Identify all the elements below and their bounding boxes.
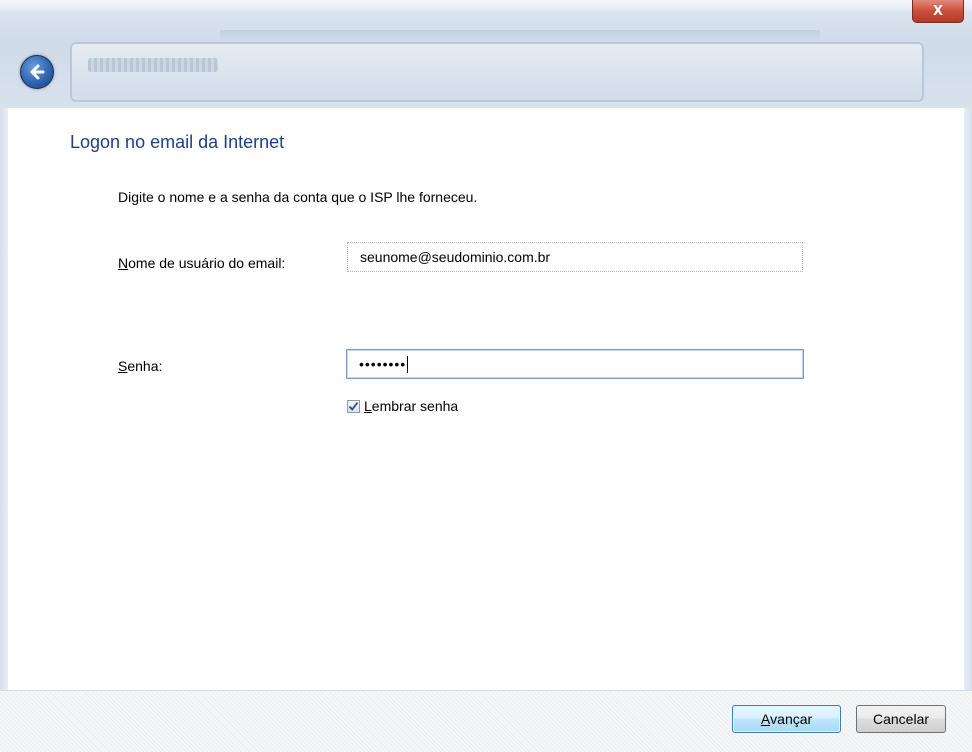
window-title-blurred bbox=[88, 58, 218, 72]
checkmark-icon bbox=[348, 401, 359, 411]
window-right-border bbox=[964, 108, 972, 690]
remember-label-mnemonic: L bbox=[364, 398, 372, 414]
password-label-text: enha: bbox=[127, 358, 163, 374]
remember-password-option[interactable]: Lembrar senha bbox=[347, 398, 458, 414]
back-button[interactable] bbox=[20, 55, 54, 89]
remember-label-text: embrar senha bbox=[371, 398, 459, 414]
wizard-window: X Logon no email da Internet Digite o no… bbox=[0, 0, 972, 752]
password-label-mnemonic: S bbox=[118, 358, 128, 374]
password-masked-value: •••••••• bbox=[359, 356, 407, 372]
email-username-value: seunome@seudominio.com.br bbox=[360, 249, 551, 265]
password-label: Senha: bbox=[118, 358, 162, 374]
window-top-edge bbox=[0, 0, 972, 12]
username-label-text: ome de usuário do email: bbox=[128, 255, 286, 271]
window-left-border bbox=[0, 108, 8, 690]
cancel-button[interactable]: Cancelar bbox=[856, 705, 946, 733]
close-button[interactable]: X bbox=[912, 0, 964, 23]
title-bar-glass-panel bbox=[70, 42, 924, 102]
username-label: Nome de usuário do email: bbox=[118, 255, 285, 271]
next-button[interactable]: Avançar bbox=[732, 705, 841, 733]
remember-password-label: Lembrar senha bbox=[364, 398, 458, 414]
back-arrow-icon bbox=[30, 64, 45, 80]
instructions-text: Digite o nome e a senha da conta que o I… bbox=[118, 189, 478, 205]
page-title: Logon no email da Internet bbox=[70, 132, 285, 152]
password-field[interactable]: •••••••• bbox=[346, 349, 804, 379]
next-label-text: vançar bbox=[770, 711, 813, 727]
text-caret bbox=[407, 355, 409, 373]
wizard-page: Logon no email da Internet Digite o nome… bbox=[8, 108, 964, 690]
title-bar-glass-band bbox=[220, 30, 820, 40]
remember-password-checkbox[interactable] bbox=[347, 399, 360, 413]
email-username-field[interactable]: seunome@seudominio.com.br bbox=[347, 242, 803, 272]
title-bar: X bbox=[0, 0, 972, 108]
next-label-mnemonic: A bbox=[760, 711, 771, 727]
username-label-mnemonic: N bbox=[118, 255, 129, 271]
close-icon: X bbox=[932, 3, 944, 19]
